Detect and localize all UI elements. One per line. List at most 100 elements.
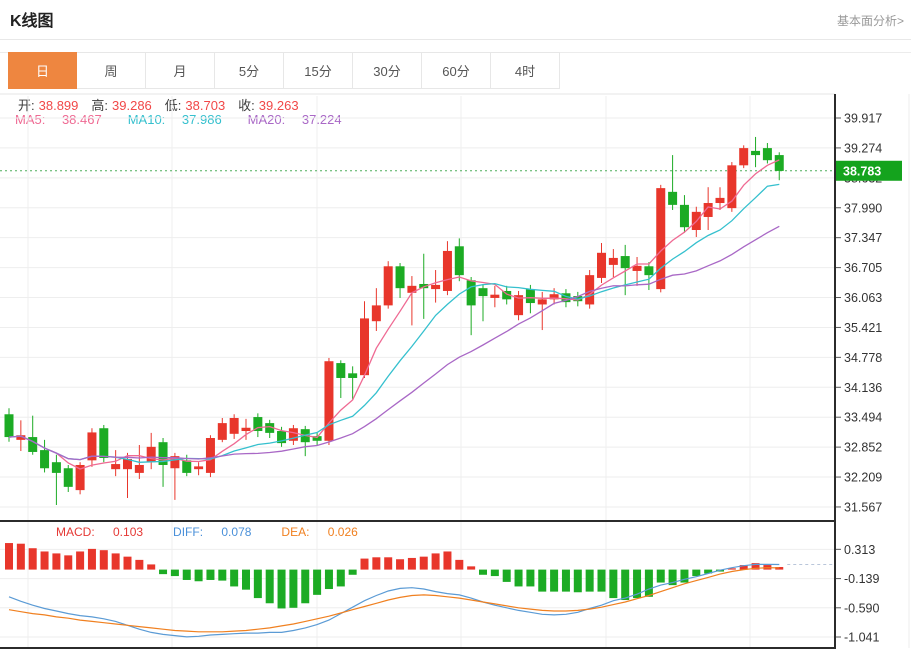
- candle-body: [526, 289, 535, 303]
- candle-body: [585, 275, 594, 304]
- candle-body: [230, 418, 239, 434]
- tab-period-6[interactable]: 30分: [353, 52, 422, 89]
- price-axis-label: 39.274: [844, 141, 882, 155]
- price-axis-label: 36.705: [844, 261, 882, 275]
- kline-page: K线图 基本面分析> 日周月5分15分30分60分4时 开:38.899高:39…: [0, 0, 911, 649]
- macd-bar: [325, 570, 333, 589]
- candle-body: [135, 465, 144, 473]
- tab-period-1[interactable]: 日: [8, 52, 77, 89]
- candle-body: [739, 148, 748, 165]
- macd-bar: [609, 570, 617, 598]
- macd-axis-label: -0.590: [844, 601, 879, 615]
- candle-body: [680, 205, 689, 227]
- macd-bar: [396, 559, 404, 569]
- candle-body: [194, 466, 203, 469]
- macd-bar: [242, 570, 250, 590]
- macd-bar: [218, 570, 226, 581]
- macd-bar: [206, 570, 214, 580]
- macd-bar: [515, 570, 523, 587]
- macd-bar: [135, 560, 143, 570]
- macd-bar: [76, 551, 84, 569]
- macd-bar: [17, 544, 25, 570]
- fundamental-analysis-link[interactable]: 基本面分析>: [837, 12, 904, 29]
- price-axis-label: 37.990: [844, 201, 882, 215]
- price-axis-label: 34.136: [844, 381, 882, 395]
- candle-body: [218, 423, 227, 440]
- macd-bar: [503, 570, 511, 582]
- candle-body: [431, 285, 440, 289]
- candle-body: [182, 460, 191, 473]
- macd-bar: [562, 570, 570, 592]
- candle-body: [644, 266, 653, 275]
- candle-body: [242, 428, 251, 431]
- price-axis-label: 32.852: [844, 441, 882, 455]
- candle-body: [716, 198, 725, 203]
- price-axis-label: 35.421: [844, 321, 882, 335]
- kline-chart-canvas[interactable]: 39.91739.27438.63237.99037.34736.70536.0…: [0, 91, 911, 649]
- macd-bar: [586, 570, 594, 592]
- candle-body: [490, 295, 499, 298]
- macd-bar: [52, 553, 60, 569]
- candle-body: [40, 450, 49, 468]
- tab-period-5[interactable]: 15分: [284, 52, 353, 89]
- macd-bar: [171, 570, 179, 576]
- macd-bar: [183, 570, 191, 580]
- macd-bar: [313, 570, 321, 595]
- tab-period-3[interactable]: 月: [146, 52, 215, 89]
- period-tabbar: 日周月5分15分30分60分4时: [8, 52, 560, 89]
- tab-period-4[interactable]: 5分: [215, 52, 284, 89]
- macd-bar: [64, 555, 72, 569]
- candle-body: [396, 266, 405, 288]
- macd-axis-label: 0.313: [844, 543, 875, 557]
- candle-body: [206, 438, 215, 473]
- candle-body: [147, 447, 156, 462]
- macd-bar: [598, 570, 606, 592]
- candle-body: [609, 258, 618, 265]
- price-axis-label: 31.567: [844, 500, 882, 514]
- macd-bar: [254, 570, 262, 598]
- macd-bar: [41, 551, 49, 569]
- candle-body: [348, 373, 357, 378]
- macd-bar: [443, 551, 451, 569]
- price-axis-label: 36.063: [844, 291, 882, 305]
- price-axis-label: 34.778: [844, 351, 882, 365]
- tab-period-8[interactable]: 4时: [491, 52, 560, 89]
- tab-period-2[interactable]: 周: [77, 52, 146, 89]
- candle-body: [455, 246, 464, 275]
- macd-bar: [574, 570, 582, 593]
- macd-bar: [384, 557, 392, 569]
- candle-body: [111, 464, 120, 469]
- header-divider: [0, 39, 911, 40]
- macd-bar: [278, 570, 286, 609]
- macd-bar: [372, 557, 380, 569]
- candle-body: [633, 266, 642, 271]
- candle-body: [538, 299, 547, 304]
- macd-bar: [29, 548, 37, 569]
- macd-bar: [550, 570, 558, 592]
- page-title: K线图: [10, 7, 54, 31]
- macd-bar: [491, 570, 499, 576]
- candle-body: [621, 256, 630, 268]
- macd-bar: [100, 550, 108, 569]
- macd-bar: [337, 570, 345, 587]
- macd-bar: [479, 570, 487, 575]
- price-axis-label: 39.917: [844, 112, 882, 126]
- candle-body: [384, 266, 393, 305]
- macd-bar: [88, 549, 96, 570]
- macd-bar: [526, 570, 534, 587]
- candle-body: [99, 428, 108, 458]
- macd-bar: [195, 570, 203, 582]
- tab-period-7[interactable]: 60分: [422, 52, 491, 89]
- macd-bar: [147, 564, 155, 569]
- macd-bar: [467, 566, 475, 569]
- macd-bar: [349, 570, 357, 575]
- macd-bar: [538, 570, 546, 592]
- current-price-badge-value: 38.783: [843, 164, 881, 178]
- candle-body: [597, 253, 606, 278]
- macd-bar: [408, 558, 416, 570]
- candle-body: [751, 151, 760, 155]
- candle-body: [372, 305, 381, 321]
- price-axis-label: 37.347: [844, 231, 882, 245]
- macd-bar: [455, 560, 463, 570]
- macd-bar: [361, 559, 369, 570]
